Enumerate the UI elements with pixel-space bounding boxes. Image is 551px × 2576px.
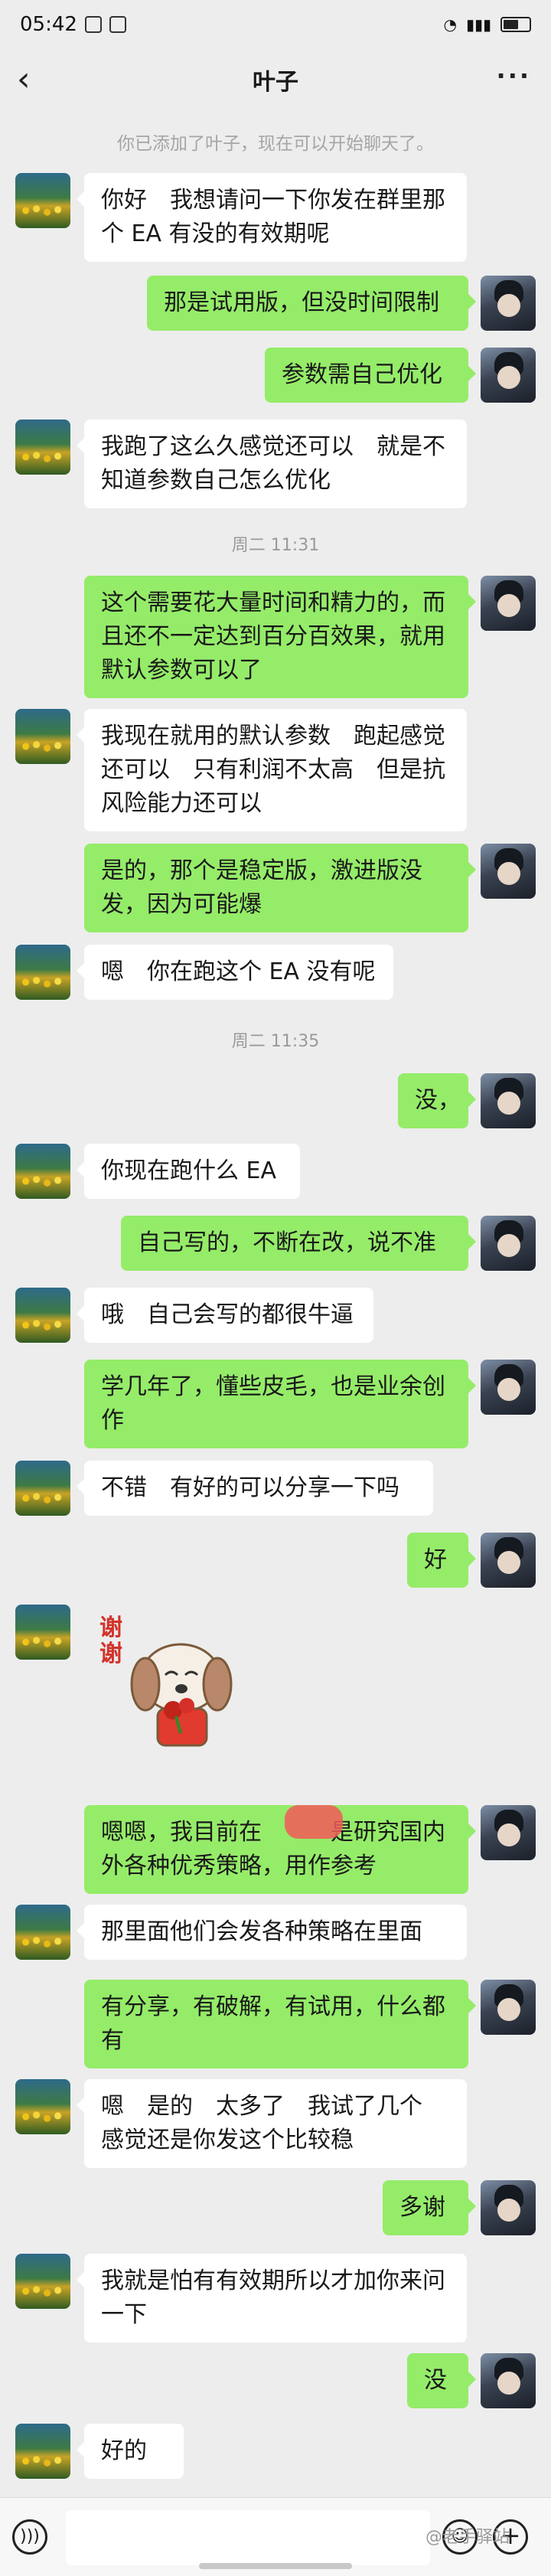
notification-icon <box>84 16 102 33</box>
incoming-message[interactable]: 你现在跑什么 EA <box>77 1144 300 1199</box>
contact-avatar[interactable] <box>15 709 70 764</box>
my-avatar[interactable] <box>481 1805 536 1860</box>
watermark: @老手驿站 <box>425 2528 510 2547</box>
sticker-text: 谢谢 <box>99 1614 122 1667</box>
my-avatar[interactable] <box>481 1980 536 2035</box>
outgoing-message[interactable]: 好 <box>407 1533 476 1588</box>
contact-avatar[interactable] <box>15 945 70 1000</box>
message-input[interactable] <box>66 2510 430 2565</box>
my-avatar[interactable] <box>481 1533 536 1588</box>
battery-icon <box>500 17 531 32</box>
incoming-message[interactable]: 我现在就用的默认参数 跑起感觉还可以 只有利润不太高 但是抗风险能力还可以 <box>77 709 467 831</box>
my-avatar[interactable] <box>481 576 536 631</box>
back-icon[interactable]: ‹ <box>17 63 31 96</box>
outgoing-message[interactable]: 没 <box>407 2353 476 2408</box>
wifi-icon: ◔ <box>443 15 457 34</box>
timestamp: 周二 11:31 <box>231 536 320 555</box>
outgoing-message[interactable]: 嗯嗯，我目前在 是研究国内外各种优秀策略，用作参考 <box>84 1805 476 1894</box>
contact-avatar[interactable] <box>15 2079 70 2134</box>
status-time: 05:42 <box>20 13 77 36</box>
status-bar: 05:42 ◔ ▮▮▮ <box>0 0 551 49</box>
incoming-message[interactable]: 我跑了这么久感觉还可以 就是不知道参数自己怎么优化 <box>77 420 467 508</box>
my-avatar[interactable] <box>481 2353 536 2408</box>
timestamp: 周二 11:35 <box>231 1032 320 1051</box>
incoming-message[interactable]: 不错 有好的可以分享一下吗 <box>77 1461 433 1516</box>
outgoing-message[interactable]: 是的，那个是稳定版，激进版没发，因为可能爆 <box>84 844 476 932</box>
contact-avatar[interactable] <box>15 1605 70 1660</box>
my-avatar[interactable] <box>481 1216 536 1271</box>
incoming-message[interactable]: 你好 我想请问一下你发在群里那个 EA 有没的有效期呢 <box>77 173 467 262</box>
system-message: 你已添加了叶子，现在可以开始聊天了。 <box>117 134 434 154</box>
incoming-message[interactable]: 好的 <box>77 2424 184 2479</box>
my-avatar[interactable] <box>481 1073 536 1128</box>
home-indicator <box>199 2563 352 2569</box>
outgoing-message[interactable]: 这个需要花大量时间和精力的，而且还不一定达到百分百效果，就用默认参数可以了 <box>84 576 476 698</box>
contact-avatar[interactable] <box>15 1905 70 1960</box>
outgoing-message[interactable]: 学几年了，懂些皮毛，也是业余创作 <box>84 1360 476 1448</box>
contact-avatar[interactable] <box>15 2424 70 2479</box>
contact-avatar[interactable] <box>15 420 70 475</box>
outgoing-message[interactable]: 没， <box>398 1073 476 1128</box>
incoming-message[interactable]: 嗯 是的 太多了 我试了几个 感觉还是你发这个比较稳 <box>77 2079 467 2168</box>
more-icon[interactable]: ··· <box>497 61 531 90</box>
contact-avatar[interactable] <box>15 1288 70 1343</box>
contact-avatar[interactable] <box>15 1461 70 1516</box>
my-avatar[interactable] <box>481 276 536 331</box>
chat-header: ‹ 叶子 ··· <box>0 49 551 110</box>
contact-avatar[interactable] <box>15 2254 70 2309</box>
outgoing-message[interactable]: 自己写的，不断在改，说不准 <box>121 1216 476 1271</box>
my-avatar[interactable] <box>481 348 536 403</box>
contact-avatar[interactable] <box>15 1144 70 1199</box>
chat-title: 叶子 <box>253 69 298 96</box>
notification-icon <box>109 16 126 33</box>
outgoing-message[interactable]: 有分享，有破解，有试用，什么都有 <box>84 1980 476 2068</box>
my-avatar[interactable] <box>481 2180 536 2235</box>
incoming-message[interactable]: 哦 自己会写的都很牛逼 <box>77 1288 373 1343</box>
my-avatar[interactable] <box>481 1360 536 1415</box>
my-avatar[interactable] <box>481 844 536 899</box>
outgoing-message[interactable]: 那是试用版，但没时间限制 <box>147 276 476 331</box>
voice-icon[interactable]: ))) <box>12 2519 47 2555</box>
incoming-message[interactable]: 嗯 你在跑这个 EA 没有呢 <box>77 945 393 1000</box>
outgoing-message[interactable]: 参数需自己优化 <box>265 348 476 403</box>
incoming-message[interactable]: 我就是怕有有效期所以才加你来问一下 <box>77 2254 467 2343</box>
outgoing-message[interactable]: 多谢 <box>383 2180 476 2235</box>
incoming-message[interactable]: 那里面他们会发各种策略在里面 <box>77 1905 467 1960</box>
signal-icon: ▮▮▮ <box>465 15 491 34</box>
redaction-mark <box>285 1805 343 1839</box>
contact-avatar[interactable] <box>15 173 70 228</box>
